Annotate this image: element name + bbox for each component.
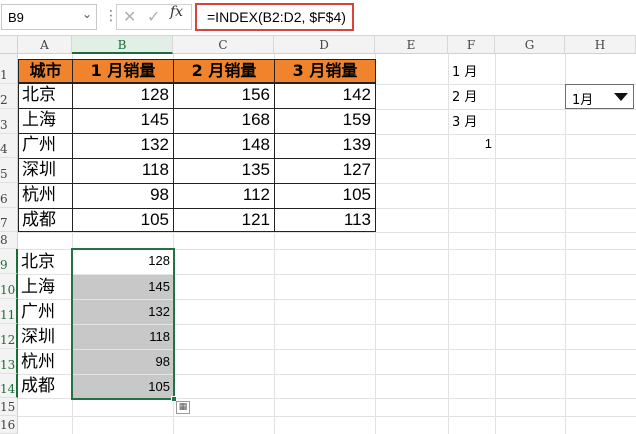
month-list-item[interactable]: 3 月 [452, 111, 477, 130]
result-city[interactable]: 上海 [21, 275, 55, 299]
table-header-month-1[interactable]: 1 月销量 [72, 59, 174, 83]
gridline [18, 232, 636, 233]
name-box[interactable]: B9 ⌄ [1, 4, 97, 30]
column-header-d[interactable]: D [274, 36, 375, 54]
row-header-5[interactable]: 5 [0, 158, 18, 183]
table-cell-city[interactable]: 杭州 [18, 183, 73, 209]
month-list-item[interactable]: 2 月 [452, 86, 477, 105]
table-cell-value[interactable]: 127 [274, 158, 376, 184]
column-header-h[interactable]: H [565, 36, 636, 54]
result-city[interactable]: 广州 [21, 300, 55, 324]
column-header-f[interactable]: F [448, 36, 495, 54]
table-cell-value[interactable]: 156 [173, 83, 275, 109]
caret-down-icon[interactable] [610, 86, 632, 107]
column-header-b[interactable]: B [72, 36, 173, 54]
gridline [18, 416, 636, 417]
table-header-month-3[interactable]: 3 月销量 [274, 59, 376, 83]
formula-input[interactable]: =INDEX(B2:D2, $F$4) [195, 3, 354, 31]
table-cell-city[interactable]: 上海 [18, 108, 73, 134]
table-cell-value[interactable]: 105 [274, 183, 376, 209]
table-cell-value[interactable]: 139 [274, 133, 376, 159]
table-cell-value[interactable]: 168 [173, 108, 275, 134]
table-cell-city[interactable]: 北京 [18, 83, 73, 109]
row-header-12[interactable]: 12 [0, 324, 18, 349]
quick-analysis-icon[interactable]: ▦ [176, 401, 190, 414]
table-cell-value[interactable]: 159 [274, 108, 376, 134]
confirm-icon[interactable]: ✓ [147, 7, 160, 26]
row-header-6[interactable]: 6 [0, 183, 18, 208]
row-header-2[interactable]: 2 [0, 84, 18, 109]
result-city[interactable]: 成都 [21, 374, 55, 398]
row-header-15[interactable]: 15 [0, 398, 18, 416]
row-header-13[interactable]: 13 [0, 349, 18, 374]
row-header-9[interactable]: 9 [0, 249, 18, 274]
table-cell-value[interactable]: 148 [173, 133, 275, 159]
month-list-item[interactable]: 1 月 [452, 61, 477, 80]
chevron-down-icon[interactable]: ⌄ [82, 7, 92, 21]
row-header-16[interactable]: 16 [0, 416, 18, 434]
row-header-1[interactable]: 1 [0, 54, 18, 84]
table-cell-value[interactable]: 132 [72, 133, 174, 159]
formula-text: =INDEX(B2:D2, $F$4) [207, 9, 346, 25]
row-header-4[interactable]: 4 [0, 134, 18, 158]
row-header-11[interactable]: 11 [0, 299, 18, 324]
table-cell-value[interactable]: 105 [72, 208, 174, 232]
table-cell-value[interactable]: 145 [72, 108, 174, 134]
table-cell-value[interactable]: 121 [173, 208, 275, 232]
row-header-10[interactable]: 10 [0, 274, 18, 299]
formula-bar: B9 ⌄ ⋮ ✕ ✓ fx =INDEX(B2:D2, $F$4) [0, 0, 636, 36]
table-cell-value[interactable]: 118 [72, 158, 174, 184]
result-city[interactable]: 北京 [21, 250, 55, 274]
column-header-a[interactable]: A [18, 36, 72, 54]
table-cell-city[interactable]: 广州 [18, 133, 73, 159]
table-cell-value[interactable]: 128 [72, 83, 174, 109]
row-header-14[interactable]: 14 [0, 374, 18, 398]
column-header-c[interactable]: C [173, 36, 274, 54]
month-dropdown[interactable]: 1月 [565, 84, 634, 109]
table-cell-value[interactable]: 142 [274, 83, 376, 109]
name-box-value: B9 [8, 10, 24, 25]
table-cell-city[interactable]: 深圳 [18, 158, 73, 184]
column-header-g[interactable]: G [495, 36, 565, 54]
month-index-cell[interactable]: 1 [478, 136, 492, 151]
result-city[interactable]: 杭州 [21, 350, 55, 374]
table-cell-value[interactable]: 98 [72, 183, 174, 209]
cancel-icon[interactable]: ✕ [123, 7, 136, 26]
table-cell-city[interactable]: 成都 [18, 208, 73, 232]
row-header-7[interactable]: 7 [0, 208, 18, 232]
select-all-corner[interactable] [0, 36, 18, 54]
table-header-month-2[interactable]: 2 月销量 [173, 59, 275, 83]
gridline [448, 54, 449, 434]
table-header-city[interactable]: 城市 [18, 59, 73, 83]
selection-range [71, 248, 175, 400]
column-header-e[interactable]: E [375, 36, 448, 54]
row-header-3[interactable]: 3 [0, 109, 18, 134]
gridline [495, 54, 496, 434]
row-header-8[interactable]: 8 [0, 232, 18, 249]
insert-function-icon[interactable]: fx [170, 4, 183, 20]
dropdown-selected-value: 1月 [572, 93, 594, 108]
table-cell-value[interactable]: 112 [173, 183, 275, 209]
gridline [565, 54, 566, 434]
result-city[interactable]: 深圳 [21, 325, 55, 349]
table-cell-value[interactable]: 113 [274, 208, 376, 232]
table-cell-value[interactable]: 135 [173, 158, 275, 184]
